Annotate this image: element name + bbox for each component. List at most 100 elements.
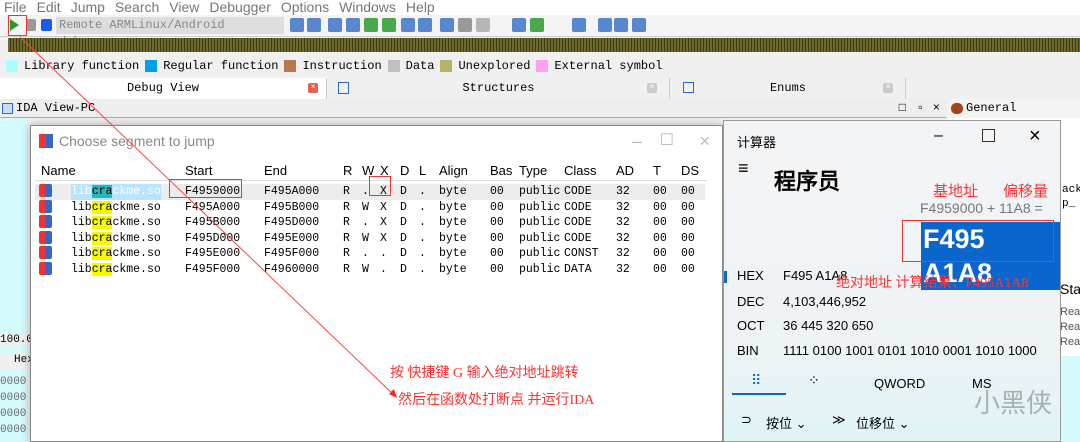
highlight-box bbox=[902, 220, 1054, 262]
menu-edit[interactable]: Edit bbox=[37, 0, 61, 15]
column-header[interactable]: AD bbox=[616, 163, 634, 178]
column-header[interactable]: D bbox=[400, 163, 409, 178]
tab-structures[interactable]: Structures × bbox=[328, 78, 670, 99]
toolbar-icon[interactable] bbox=[632, 18, 646, 32]
column-header[interactable]: Class bbox=[564, 163, 597, 178]
close-icon[interactable]: × bbox=[1029, 125, 1041, 148]
debugger-select[interactable]: Remote ARMLinux/Android debugger▼ bbox=[56, 17, 284, 49]
menu-file[interactable]: File bbox=[4, 0, 27, 15]
toolbar-icon[interactable] bbox=[572, 18, 586, 32]
segment-row[interactable]: libcrackme.so F495A000 F495B000 R W X D. byte 00… bbox=[35, 199, 705, 216]
menu-help[interactable]: Help bbox=[406, 0, 435, 15]
legend-label: Regular function bbox=[163, 59, 279, 73]
close-icon[interactable]: × bbox=[308, 83, 318, 93]
menu-jump[interactable]: Jump bbox=[71, 0, 105, 15]
navigation-band[interactable] bbox=[8, 38, 1080, 52]
close-icon[interactable]: × bbox=[699, 126, 710, 156]
cell: F495D000 bbox=[185, 231, 241, 245]
radix-bin[interactable]: BIN 1111 0100 1001 0101 1010 0001 1010 10… bbox=[737, 343, 1037, 358]
keypad-icon[interactable]: ⠿ bbox=[751, 372, 761, 389]
cell: 32 bbox=[616, 247, 630, 261]
column-header[interactable]: Bas bbox=[490, 163, 512, 178]
annotation-step1: 按 快捷键 G 输入绝对地址跳转 bbox=[390, 366, 579, 381]
cell: D bbox=[400, 185, 407, 198]
bug-icon bbox=[951, 103, 963, 114]
minimize-icon[interactable]: – bbox=[632, 126, 642, 156]
menu-view[interactable]: View bbox=[169, 0, 199, 15]
cell: X bbox=[380, 216, 387, 230]
maximize-icon[interactable]: ☐ bbox=[660, 126, 674, 156]
menu-windows[interactable]: Windows bbox=[339, 0, 396, 15]
column-header[interactable]: R bbox=[343, 163, 352, 178]
fragment-text: ack bbox=[1062, 184, 1080, 196]
bit-toggle-icon[interactable]: ⁘ bbox=[808, 372, 820, 389]
active-tab-underline bbox=[732, 393, 786, 395]
cell: F495D000 bbox=[264, 216, 320, 230]
menu-search[interactable]: Search bbox=[115, 0, 159, 15]
fragment-text: Sta bbox=[1060, 281, 1080, 297]
cell: F495B000 bbox=[264, 200, 320, 214]
cell: CONST bbox=[564, 247, 599, 261]
cell: 00 bbox=[681, 185, 695, 198]
column-header[interactable]: End bbox=[264, 163, 287, 178]
toolbar-icon[interactable] bbox=[476, 18, 490, 32]
breakpoint-icon[interactable] bbox=[440, 18, 454, 32]
pause-icon[interactable] bbox=[26, 19, 36, 31]
menu-options[interactable]: Options bbox=[281, 0, 329, 15]
run-to-icon[interactable] bbox=[364, 18, 378, 32]
menu-debugger[interactable]: Debugger bbox=[209, 0, 271, 15]
column-header[interactable]: Name bbox=[41, 163, 76, 178]
step-over-icon[interactable] bbox=[346, 18, 360, 32]
toolbar-icon[interactable] bbox=[598, 18, 612, 32]
toolbar-icon[interactable] bbox=[530, 18, 544, 32]
restore-icon[interactable]: ▫ bbox=[917, 99, 924, 117]
cell: . bbox=[362, 185, 369, 198]
column-header[interactable]: DS bbox=[681, 163, 699, 178]
calculator-title: 计算器 bbox=[737, 135, 777, 150]
column-header[interactable]: Type bbox=[519, 163, 547, 178]
toolbar-icon[interactable] bbox=[512, 18, 526, 32]
radix-label: BIN bbox=[737, 343, 759, 358]
cell: libcrackme.so bbox=[71, 231, 161, 245]
toolbar-icon[interactable] bbox=[307, 18, 321, 32]
column-header[interactable]: L bbox=[419, 163, 426, 178]
cell: public bbox=[519, 185, 561, 198]
word-size-button[interactable]: QWORD bbox=[874, 376, 925, 391]
hex-view-tab[interactable]: Hex bbox=[0, 354, 34, 370]
toolbar-icon[interactable] bbox=[290, 18, 304, 32]
segment-row[interactable]: libcrackme.so F495E000 F495F000 R.. D. byte 00… bbox=[35, 246, 705, 262]
stop-icon[interactable] bbox=[41, 19, 52, 31]
column-header[interactable]: T bbox=[653, 163, 661, 178]
bitwise-button[interactable]: 按位 ⌄ bbox=[766, 413, 807, 432]
segment-row[interactable]: libcrackme.so F495F000 F4960000 R W. D. byte 00… bbox=[35, 262, 705, 278]
close-icon[interactable]: × bbox=[883, 83, 893, 93]
toolbar-icon[interactable] bbox=[418, 18, 432, 32]
radix-hex[interactable]: HEX F495 A1A8 bbox=[737, 268, 847, 283]
column-header[interactable]: Start bbox=[185, 163, 212, 178]
toolbar-icon[interactable] bbox=[614, 18, 628, 32]
column-header[interactable]: Align bbox=[439, 163, 468, 178]
cell: F495F000 bbox=[185, 263, 241, 276]
hamburger-menu-icon[interactable]: ≡ bbox=[738, 159, 749, 177]
tab-debug-view[interactable]: Debug View × bbox=[0, 78, 327, 99]
return-icon[interactable] bbox=[382, 18, 396, 32]
calculator-expression: F4959000 + 11A8 = bbox=[920, 200, 1043, 216]
maximize-icon[interactable] bbox=[982, 129, 995, 142]
cell: libcrackme.so bbox=[71, 263, 161, 276]
toolbar-icon[interactable] bbox=[458, 18, 472, 32]
close-icon[interactable]: × bbox=[933, 99, 940, 117]
highlight-box bbox=[169, 179, 242, 198]
tab-enums[interactable]: Enums × bbox=[671, 78, 906, 99]
radix-dec[interactable]: DEC 4,103,446,952 bbox=[737, 294, 866, 309]
segment-row[interactable]: libcrackme.so F495B000 F495D000 R. X D. byte 00… bbox=[35, 215, 705, 231]
step-into-icon[interactable] bbox=[328, 18, 342, 32]
cell: libcrackme.so bbox=[71, 247, 161, 261]
maximize-icon[interactable]: □ bbox=[899, 99, 906, 117]
cell: 00 bbox=[681, 247, 695, 261]
segment-row[interactable]: libcrackme.so F495D000 F495E000 R W X D. byte 00… bbox=[35, 230, 705, 247]
toolbar-icon[interactable] bbox=[401, 18, 415, 32]
bitshift-button[interactable]: 位移位 ⌄ bbox=[856, 413, 910, 432]
close-icon[interactable]: × bbox=[647, 83, 657, 93]
radix-oct[interactable]: OCT 36 445 320 650 bbox=[737, 318, 873, 333]
minimize-icon[interactable]: – bbox=[934, 127, 943, 145]
